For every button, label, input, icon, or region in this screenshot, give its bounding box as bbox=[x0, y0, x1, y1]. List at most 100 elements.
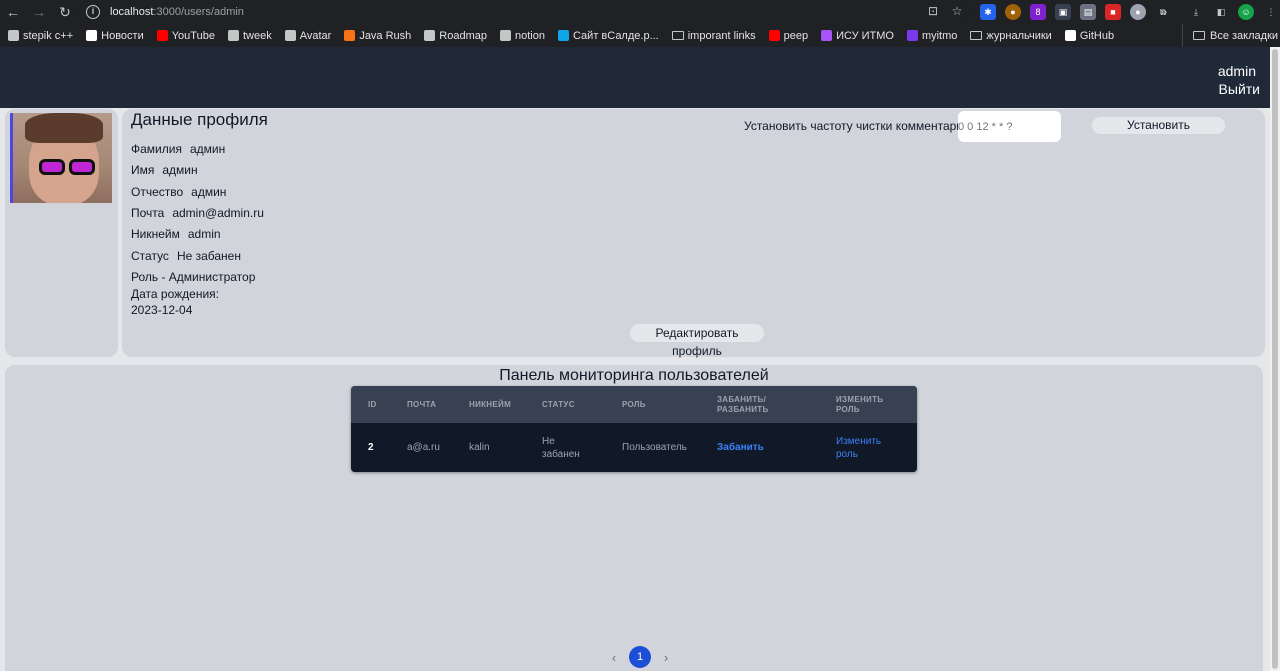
field-label: Имя bbox=[131, 163, 155, 177]
cell-nickname: kalin bbox=[469, 442, 490, 453]
avatar-card bbox=[5, 109, 118, 357]
bookmark-label: tweek bbox=[242, 29, 272, 42]
bookmark-label: notion bbox=[515, 29, 545, 42]
change-role-link[interactable]: Изменить роль bbox=[836, 423, 891, 472]
next-page-chevron-icon[interactable]: › bbox=[657, 650, 675, 665]
bookmark-label: Java Rush bbox=[359, 29, 412, 42]
bookmark-item[interactable]: peep bbox=[768, 29, 809, 42]
field-nickname: Никнейм admin bbox=[131, 227, 221, 241]
bookmark-item[interactable]: YouTube bbox=[156, 29, 215, 42]
bookmark-label: peep bbox=[783, 29, 809, 42]
column-header-role: РОЛЬ bbox=[622, 399, 646, 409]
ban-user-link[interactable]: Забанить bbox=[717, 423, 764, 472]
extension-icon[interactable]: ■ bbox=[1105, 4, 1121, 20]
favicon-icon bbox=[156, 30, 168, 41]
set-cron-button[interactable]: Установить bbox=[1092, 117, 1225, 134]
scrollbar-thumb[interactable] bbox=[1272, 49, 1278, 669]
bookmark-label: stepik c++ bbox=[23, 29, 74, 42]
favicon-icon bbox=[768, 30, 780, 41]
column-header-ban: ЗАБАНИТЬ/ РАЗБАНИТЬ bbox=[717, 394, 769, 414]
field-value: админ bbox=[162, 163, 198, 177]
cron-input[interactable] bbox=[958, 111, 1061, 142]
field-value: админ bbox=[189, 142, 226, 156]
header-username: admin bbox=[1217, 63, 1256, 79]
cron-label: Установить частоту чистки комментариев bbox=[744, 119, 977, 133]
download-icon[interactable]: ⤓ bbox=[1188, 4, 1204, 20]
column-header-status: СТАТУС bbox=[542, 399, 575, 409]
app-header: admin Выйти bbox=[0, 47, 1270, 108]
extension-icon[interactable]: 8 bbox=[1030, 4, 1046, 20]
bookmark-item[interactable]: tweek bbox=[227, 29, 272, 42]
field-email: Почта admin@admin.ru bbox=[131, 206, 264, 220]
monitor-title: Панель мониторинга пользователей bbox=[499, 367, 769, 384]
column-header-nickname: НИКНЕЙМ bbox=[469, 399, 512, 409]
bookmark-label: Сайт вСалде.р... bbox=[572, 29, 659, 42]
bookmark-item[interactable]: notion bbox=[500, 30, 545, 42]
folder-icon bbox=[970, 31, 983, 40]
forward-arrow-icon[interactable]: → bbox=[26, 0, 52, 24]
extension-icon[interactable]: ▣ bbox=[1055, 4, 1071, 20]
menu-kebab-icon[interactable]: ⋮ bbox=[1263, 4, 1279, 20]
favicon-icon bbox=[86, 30, 98, 41]
reload-icon[interactable]: ↻ bbox=[52, 0, 78, 24]
address-bar[interactable]: i localhost:3000/users/admin ⊡ ☆ bbox=[78, 1, 970, 23]
field-value: Не забанен bbox=[176, 249, 241, 263]
extension-icon[interactable]: ● bbox=[1130, 4, 1146, 20]
sidebar-icon[interactable]: ◧ bbox=[1213, 4, 1229, 20]
extension-icon[interactable]: ● bbox=[1005, 4, 1021, 20]
bookmark-item[interactable]: Сайт вСалде.р... bbox=[557, 29, 659, 42]
favicon-icon bbox=[227, 30, 239, 41]
bookmark-label: Roadmap bbox=[439, 29, 487, 42]
field-label: Отчество bbox=[131, 185, 184, 199]
bookmark-label: GitHub bbox=[1079, 29, 1115, 42]
site-info-icon[interactable]: i bbox=[86, 5, 100, 19]
bookmarks-bar: stepik c++ Новости YouTube tweek Avatar Java … bbox=[0, 24, 1280, 47]
users-table: ID ПОЧТА НИКНЕЙМ СТАТУС РОЛЬ ЗАБАНИТЬ/ Р… bbox=[351, 386, 917, 472]
column-header-email: ПОЧТА bbox=[407, 399, 437, 409]
bookmark-item[interactable]: imporant links bbox=[671, 30, 756, 42]
page-number-current[interactable]: 1 bbox=[629, 646, 651, 668]
birthdate-label: Дата рождения: bbox=[131, 287, 219, 301]
bookmark-item[interactable]: ИСУ ИТМО bbox=[821, 30, 894, 42]
browser-toolbar: ← → ↻ i localhost:3000/users/admin ⊡ ☆ ✱… bbox=[0, 0, 1280, 24]
bookmark-label: YouTube bbox=[171, 29, 215, 42]
field-value: admin bbox=[187, 227, 221, 241]
translate-icon[interactable]: ⊡ bbox=[926, 4, 940, 18]
bookmark-item[interactable]: myitmo bbox=[906, 30, 957, 42]
favicon-icon bbox=[906, 30, 918, 41]
field-value: admin@admin.ru bbox=[172, 206, 264, 220]
profile-avatar-icon[interactable]: ☺ bbox=[1238, 4, 1254, 20]
table-header: ID ПОЧТА НИКНЕЙМ СТАТУС РОЛЬ ЗАБАНИТЬ/ Р… bbox=[351, 386, 917, 423]
bookmark-item[interactable]: Java Rush bbox=[344, 30, 411, 42]
bookmark-item[interactable]: stepik c++ bbox=[8, 30, 73, 42]
bookmark-item[interactable]: Avatar bbox=[284, 30, 331, 42]
field-value: админ bbox=[191, 185, 227, 199]
more-bookmarks-chevron-icon[interactable]: » bbox=[1160, 4, 1167, 19]
cell-email: a@a.ru bbox=[407, 442, 440, 453]
bookmark-item[interactable]: Новости bbox=[86, 30, 144, 42]
page: admin Выйти Данные профиля Фамилия админ … bbox=[0, 47, 1280, 671]
favicon-icon bbox=[344, 30, 356, 41]
extension-icons: ✱ ● 8 ▣ ▤ ■ ● ⧉ ⤓ ◧ ☺ ⋮ bbox=[980, 4, 1279, 20]
folder-icon bbox=[671, 31, 684, 40]
favicon-icon bbox=[424, 30, 436, 41]
star-icon[interactable]: ☆ bbox=[950, 4, 964, 18]
all-bookmarks-label: Все закладки bbox=[1210, 29, 1279, 42]
logout-link[interactable]: Выйти bbox=[1219, 81, 1260, 97]
table-row: 2 a@a.ru kalin Не забанен Пользователь З… bbox=[351, 423, 917, 472]
bookmark-item[interactable]: GitHub bbox=[1064, 29, 1115, 42]
field-name: Имя админ bbox=[131, 163, 198, 177]
monitor-card: Панель мониторинга пользователей ID ПОЧТ… bbox=[5, 365, 1263, 671]
bookmark-label: журнальчики bbox=[986, 29, 1052, 42]
cell-id: 2 bbox=[368, 442, 374, 453]
prev-page-chevron-icon[interactable]: ‹ bbox=[605, 650, 623, 665]
bookmark-item[interactable]: журнальчики bbox=[970, 29, 1052, 42]
extension-icon[interactable]: ✱ bbox=[980, 4, 996, 20]
back-arrow-icon[interactable]: ← bbox=[0, 0, 26, 24]
bookmark-item[interactable]: Roadmap bbox=[424, 30, 487, 42]
extension-icon[interactable]: ▤ bbox=[1080, 4, 1096, 20]
avatar bbox=[10, 113, 112, 203]
edit-profile-button[interactable]: Редактировать профиль bbox=[630, 324, 764, 358]
all-bookmarks[interactable]: Все закладки bbox=[1182, 24, 1278, 47]
favicon-icon bbox=[821, 30, 833, 41]
